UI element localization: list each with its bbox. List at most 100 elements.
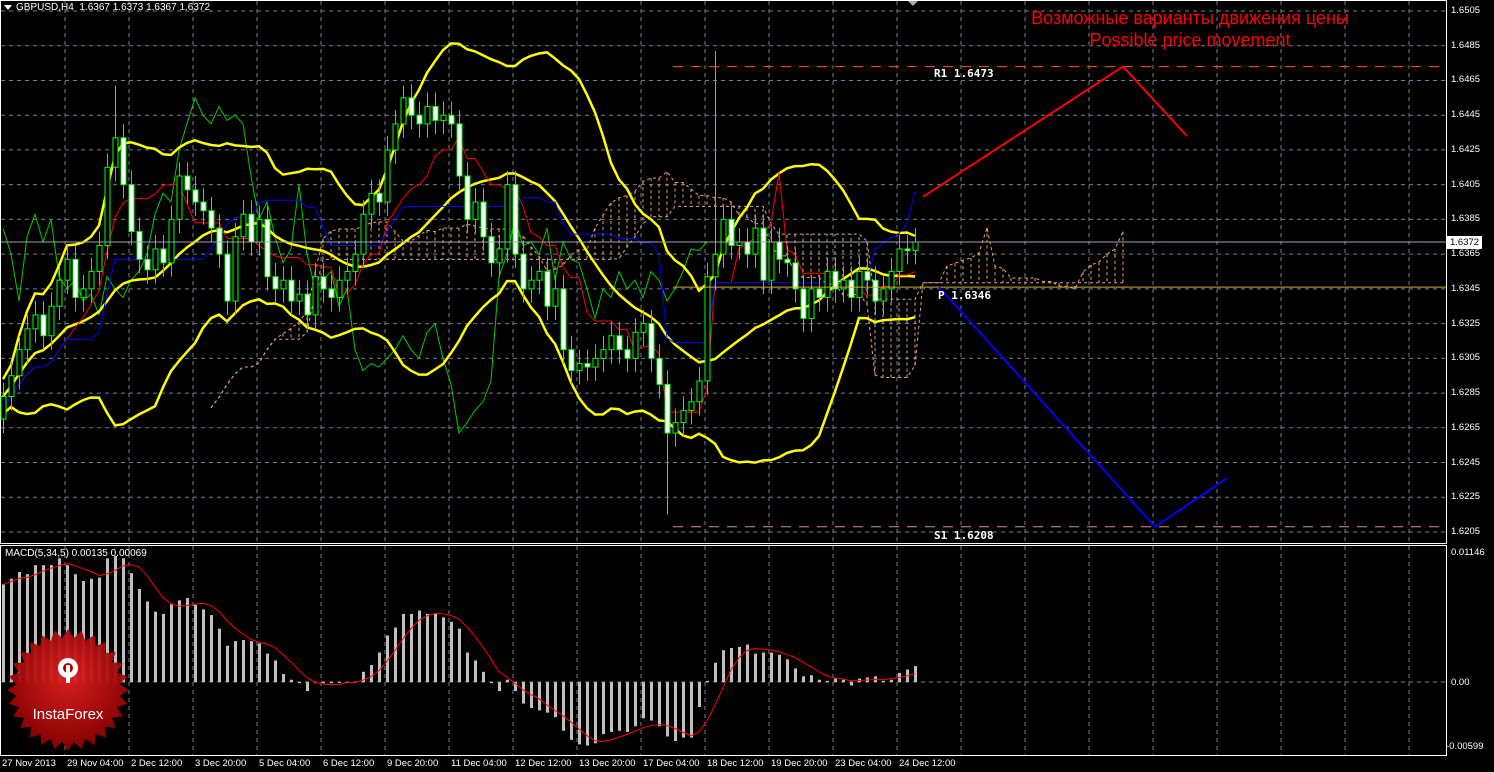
candle-body bbox=[664, 383, 671, 434]
candle-body bbox=[512, 184, 519, 255]
candle-body bbox=[472, 201, 479, 220]
candle-body bbox=[656, 357, 663, 385]
candle-body bbox=[432, 106, 439, 121]
bollinger-lower-line bbox=[2, 279, 916, 464]
candle-body bbox=[344, 271, 351, 281]
annotation-title-en: Possible price movement bbox=[1089, 30, 1291, 50]
candle-body bbox=[368, 192, 375, 215]
macd-bar bbox=[442, 617, 445, 682]
candle-body bbox=[496, 248, 503, 264]
price-tick-label: 1.6425 bbox=[1451, 143, 1481, 155]
candle-body bbox=[752, 227, 759, 255]
macd-bar bbox=[202, 609, 205, 682]
candle-body bbox=[416, 114, 423, 125]
time-tick-label: 23 Dec 04:00 bbox=[835, 758, 892, 769]
candle-body bbox=[96, 244, 103, 273]
macd-bar bbox=[802, 676, 805, 682]
macd-bar bbox=[394, 627, 397, 682]
macd-bar bbox=[218, 628, 221, 682]
candle-body bbox=[8, 375, 15, 398]
candle-body bbox=[312, 276, 319, 316]
chart-shift-icon bbox=[908, 1, 918, 6]
macd-bar bbox=[338, 682, 341, 683]
candle-body bbox=[784, 258, 791, 264]
instaforex-logo bbox=[7, 629, 129, 751]
bollinger-middle-line bbox=[2, 172, 916, 398]
time-tick-label: 27 Nov 2013 bbox=[2, 758, 56, 769]
macd-bar bbox=[602, 682, 605, 735]
candle-body bbox=[560, 288, 567, 351]
macd-bar bbox=[170, 603, 173, 682]
candle-body bbox=[176, 175, 183, 220]
candle-body bbox=[216, 227, 223, 255]
candle-body bbox=[224, 253, 231, 302]
candle-body bbox=[56, 279, 63, 307]
macd-bar bbox=[210, 615, 213, 682]
candle-body bbox=[320, 276, 327, 290]
macd-bar bbox=[594, 682, 597, 744]
macd-bar bbox=[490, 682, 493, 684]
candle-body bbox=[712, 253, 719, 278]
candle-body bbox=[440, 114, 447, 121]
candle-body bbox=[888, 271, 895, 290]
time-tick-label: 5 Dec 04:00 bbox=[259, 758, 311, 769]
macd-bar bbox=[2, 584, 5, 682]
macd-bar bbox=[642, 682, 645, 719]
candle-body bbox=[136, 231, 143, 260]
macd-bar bbox=[226, 645, 229, 682]
price-chart[interactable] bbox=[0, 0, 1494, 772]
candle-body bbox=[584, 363, 591, 368]
macd-bar bbox=[714, 662, 717, 682]
candle-body bbox=[336, 279, 343, 299]
candle-body bbox=[296, 293, 303, 302]
logo-text: InstaForex bbox=[32, 706, 104, 723]
candle-body bbox=[688, 401, 695, 411]
candle-body bbox=[672, 422, 679, 434]
macd-bar bbox=[826, 680, 829, 682]
candle-body bbox=[232, 236, 239, 302]
candle-body bbox=[616, 335, 623, 351]
time-tick-label: 6 Dec 12:00 bbox=[323, 758, 375, 769]
candle-body bbox=[192, 189, 199, 203]
candle-body bbox=[504, 184, 511, 250]
candle-body bbox=[488, 236, 495, 264]
candle-body bbox=[360, 213, 367, 255]
candle-body bbox=[208, 210, 215, 229]
dropdown-triangle-icon[interactable] bbox=[4, 4, 12, 10]
candle-body bbox=[168, 218, 175, 264]
price-tick-label: 1.6445 bbox=[1451, 109, 1481, 121]
candle-body bbox=[608, 335, 615, 351]
price-tick-label: 1.6365 bbox=[1451, 248, 1481, 260]
candle-body bbox=[64, 258, 71, 281]
macd-bar bbox=[882, 680, 885, 682]
candle-body bbox=[304, 293, 311, 316]
macd-bar bbox=[610, 682, 613, 732]
candle-body bbox=[120, 137, 127, 186]
candle-body bbox=[32, 314, 39, 330]
price-tick-label: 1.6225 bbox=[1451, 491, 1481, 503]
candle-body bbox=[88, 271, 95, 290]
time-tick-label: 17 Dec 04:00 bbox=[643, 758, 700, 769]
candle-body bbox=[624, 349, 631, 359]
macd-bar bbox=[690, 682, 693, 738]
candle-body bbox=[800, 288, 807, 319]
macd-bar bbox=[650, 682, 653, 721]
macd-bar bbox=[522, 682, 525, 704]
time-tick-label: 29 Nov 04:00 bbox=[67, 758, 124, 769]
price-tick-label: 1.6405 bbox=[1451, 178, 1481, 190]
macd-bar bbox=[850, 682, 853, 686]
candle-body bbox=[600, 349, 607, 359]
candle-body bbox=[328, 288, 335, 299]
macd-bar bbox=[786, 659, 789, 682]
candle-body bbox=[256, 218, 263, 243]
macd-bar bbox=[818, 679, 821, 682]
macd-axis-min: -0.00599 bbox=[1446, 741, 1484, 752]
macd-axis-max: 0.01146 bbox=[1451, 547, 1485, 558]
macd-bar bbox=[402, 613, 405, 682]
candle-body bbox=[392, 123, 399, 151]
candle-body bbox=[376, 192, 383, 203]
current-price-label: 1.6372 bbox=[1447, 236, 1483, 249]
time-tick-label: 19 Dec 20:00 bbox=[771, 758, 828, 769]
macd-bar bbox=[890, 679, 893, 682]
candle-body bbox=[552, 288, 559, 307]
